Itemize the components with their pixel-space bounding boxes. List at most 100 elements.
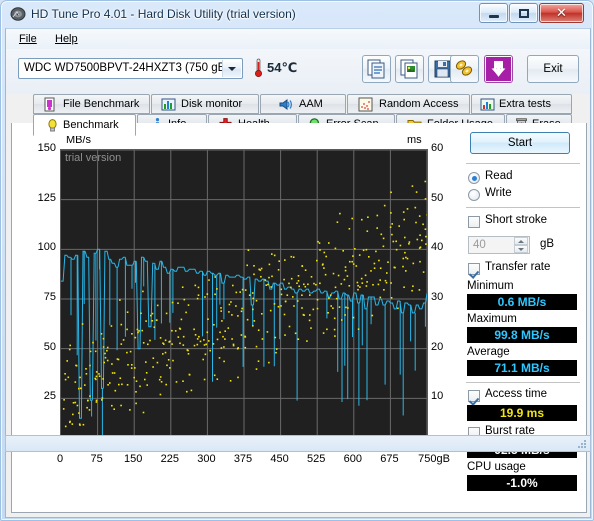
short-stroke-size-row: 40 gB bbox=[464, 236, 582, 254]
short-stroke-value: 40 bbox=[473, 239, 486, 251]
exit-button[interactable]: Exit bbox=[527, 55, 579, 83]
bulb-icon bbox=[48, 119, 57, 132]
maximize-button[interactable] bbox=[509, 3, 538, 23]
transfer-rate-label: Transfer rate bbox=[485, 261, 551, 273]
read-radio[interactable] bbox=[468, 172, 480, 184]
average-value: 71.1 MB/s bbox=[467, 360, 577, 376]
tab-random-access[interactable]: Random Access bbox=[347, 94, 470, 114]
benchmark-panel: MB/s ms trial version 25 50 75 100 125 150 10… bbox=[11, 123, 587, 513]
tab-benchmark[interactable]: Benchmark bbox=[33, 114, 136, 136]
tab-disk-monitor[interactable]: Disk monitor bbox=[151, 94, 259, 114]
disk-monitor-icon bbox=[161, 98, 176, 111]
tab-random-access-label: Random Access bbox=[379, 98, 459, 110]
access-time-label: Access time bbox=[485, 388, 547, 400]
chart-xtick: 525 bbox=[307, 453, 326, 465]
title-bar[interactable]: HD Tune Pro 4.01 - Hard Disk Utility (tr… bbox=[1, 1, 593, 28]
spinner-down-icon[interactable] bbox=[514, 245, 528, 253]
menu-help-label: Help bbox=[55, 33, 78, 45]
menu-bar: File Help bbox=[6, 29, 590, 49]
tab-benchmark-label: Benchmark bbox=[63, 119, 119, 131]
copy-text-button[interactable] bbox=[362, 55, 391, 83]
chart-svg bbox=[61, 150, 427, 448]
chart-y2tick: 10 bbox=[431, 390, 444, 403]
chart-ytick: 100 bbox=[37, 241, 56, 254]
cpu-usage-label: CPU usage bbox=[467, 461, 526, 473]
chart-xtick: 300 bbox=[197, 453, 216, 465]
extra-tests-icon bbox=[480, 98, 495, 111]
menu-file[interactable]: File bbox=[12, 32, 44, 47]
random-access-icon bbox=[358, 97, 373, 112]
short-stroke-label: Short stroke bbox=[485, 214, 547, 226]
maximize-icon bbox=[519, 9, 529, 18]
minimize-button[interactable] bbox=[479, 3, 508, 23]
chart-y2tick: 40 bbox=[431, 241, 444, 254]
tab-file-benchmark[interactable]: File Benchmark bbox=[33, 94, 150, 114]
short-stroke-checkbox[interactable] bbox=[468, 216, 480, 228]
short-stroke-input[interactable]: 40 bbox=[468, 236, 530, 254]
menu-file-label: File bbox=[19, 33, 37, 45]
app-logo-icon bbox=[10, 7, 26, 21]
tab-file-benchmark-label: File Benchmark bbox=[63, 98, 140, 110]
minimum-value: 0.6 MB/s bbox=[467, 294, 577, 310]
file-benchmark-icon bbox=[44, 97, 55, 112]
download-button[interactable] bbox=[484, 55, 513, 83]
chart-y2label: ms bbox=[407, 134, 422, 146]
chart-ytick: 25 bbox=[43, 390, 56, 403]
app-window: HD Tune Pro 4.01 - Hard Disk Utility (tr… bbox=[0, 0, 594, 521]
drive-select-value: WDC WD7500BPVT-24HXZT3 (750 gB) bbox=[24, 62, 230, 74]
chart-plot-area: trial version bbox=[60, 149, 428, 449]
chart-xtick: 600 bbox=[343, 453, 362, 465]
short-stroke-unit: gB bbox=[540, 238, 555, 250]
average-label: Average bbox=[467, 346, 510, 358]
tab-extra-tests-label: Extra tests bbox=[499, 98, 551, 110]
chevron-down-icon[interactable] bbox=[222, 60, 241, 77]
menu-help[interactable]: Help bbox=[48, 32, 85, 47]
start-button[interactable]: Start bbox=[470, 132, 570, 154]
chart-ytick: 50 bbox=[43, 340, 56, 353]
toolbar: WDC WD7500BPVT-24HXZT3 (750 gB) 54℃ Exit bbox=[6, 49, 590, 94]
client-area: File Help WDC WD7500BPVT-24HXZT3 (750 gB… bbox=[5, 28, 591, 518]
resize-grip-icon[interactable] bbox=[576, 438, 588, 450]
write-radio[interactable] bbox=[468, 189, 480, 201]
tab-extra-tests[interactable]: Extra tests bbox=[471, 94, 572, 114]
chart-ytick: 125 bbox=[37, 191, 56, 204]
maximum-value: 99.8 MB/s bbox=[467, 327, 577, 343]
chart-y2tick: 60 bbox=[431, 142, 444, 154]
chart-xtick: 750gB bbox=[418, 453, 450, 465]
chart-xtick: 225 bbox=[160, 453, 179, 465]
chart-ytick: 75 bbox=[43, 291, 56, 303]
chart-y2tick: 30 bbox=[431, 291, 444, 303]
transfer-rate-checkbox[interactable] bbox=[468, 263, 480, 275]
settings-icon bbox=[455, 60, 473, 76]
copy-text-icon bbox=[367, 59, 385, 79]
minimize-icon bbox=[489, 15, 499, 18]
write-label: Write bbox=[485, 187, 512, 199]
copy-image-button[interactable] bbox=[395, 55, 424, 83]
drive-select[interactable]: WDC WD7500BPVT-24HXZT3 (750 gB) bbox=[18, 58, 243, 79]
status-bar bbox=[5, 435, 591, 452]
tab-bar: File Benchmark Disk monitor AAM Random A… bbox=[6, 94, 590, 136]
chart-xtick: 150 bbox=[124, 453, 143, 465]
window-title: HD Tune Pro 4.01 - Hard Disk Utility (tr… bbox=[31, 7, 296, 21]
tab-aam[interactable]: AAM bbox=[260, 94, 346, 114]
spinner-up-icon[interactable] bbox=[514, 237, 528, 245]
thermometer-icon bbox=[254, 58, 263, 78]
access-time-checkbox[interactable] bbox=[468, 390, 480, 402]
chart-xtick: 375 bbox=[233, 453, 253, 465]
cpu-usage-value: -1.0% bbox=[467, 475, 577, 491]
access-time-value: 19.9 ms bbox=[467, 405, 577, 421]
copy-image-icon bbox=[400, 59, 418, 79]
chart-xtick: 0 bbox=[56, 453, 64, 465]
close-icon: ✕ bbox=[556, 5, 567, 20]
download-icon bbox=[486, 57, 511, 81]
tab-disk-monitor-label: Disk monitor bbox=[181, 98, 243, 110]
chart-xtick: 450 bbox=[270, 453, 289, 465]
speaker-icon bbox=[279, 99, 292, 110]
chart-xtick: 75 bbox=[90, 453, 103, 465]
close-button[interactable]: ✕ bbox=[539, 3, 584, 23]
chart-ytick: 150 bbox=[37, 142, 56, 154]
maximum-label: Maximum bbox=[467, 313, 517, 325]
settings-button[interactable] bbox=[450, 55, 479, 83]
chart-y2tick: 20 bbox=[431, 340, 444, 353]
chart-y2tick: 50 bbox=[431, 191, 444, 204]
